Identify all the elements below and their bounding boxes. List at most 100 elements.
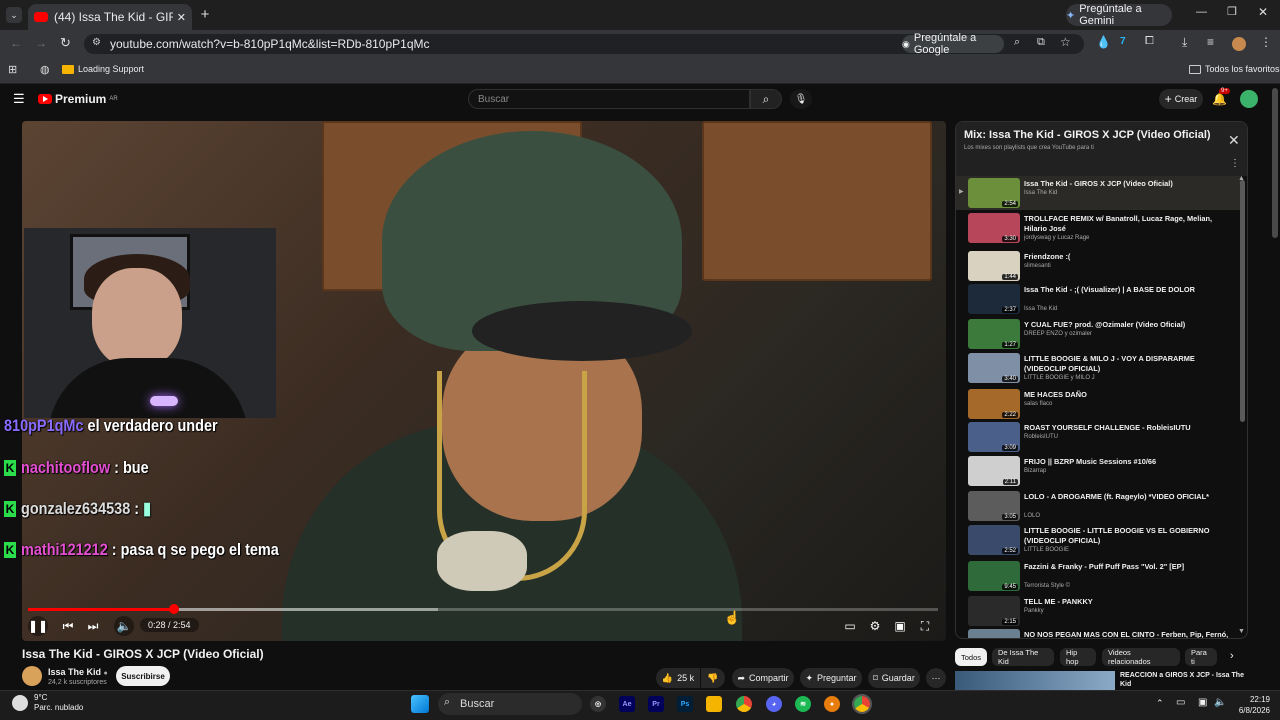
youtube-logo[interactable]: Premium AR (38, 92, 118, 106)
back-icon[interactable]: ← (10, 36, 22, 50)
taskbar-clock[interactable]: 22:19 6/8/2026 (1232, 694, 1270, 716)
playlist-item[interactable]: 2:37 Issa The Kid - ;( (Visualizer) | A B… (956, 282, 1241, 316)
weather-widget[interactable]: 9°C Parc. nublado (12, 693, 83, 713)
tray-display-icon[interactable]: ▭ (1176, 697, 1185, 708)
close-tab-icon[interactable]: ✕ (177, 11, 186, 24)
fullscreen-button[interactable]: ⛶ (915, 616, 935, 636)
close-playlist-icon[interactable]: ✕ (1228, 132, 1240, 149)
playlist-more-icon[interactable]: ⋮ (1230, 158, 1240, 169)
all-bookmarks-button[interactable]: Todos los favoritos (1189, 64, 1280, 74)
close-window-button[interactable]: ✕ (1258, 5, 1268, 19)
blender-icon[interactable]: ● (824, 696, 840, 712)
tray-chevron-icon[interactable]: ⌃ (1156, 698, 1164, 709)
save-button[interactable]: ⌑ Guardar (868, 668, 920, 688)
search-button[interactable]: ⌕ (750, 89, 782, 109)
chip-hip-hop[interactable]: Hip hop (1060, 648, 1096, 666)
playlist-item[interactable]: 3:05 LOLO - A DROGARME (ft. Rageylo) *VID… (956, 489, 1241, 523)
save-label: Guardar (881, 673, 915, 683)
chrome-active-icon[interactable] (852, 694, 872, 714)
extension-drop-icon[interactable]: 💧 (1096, 35, 1111, 49)
chrome-icon[interactable] (736, 696, 752, 712)
install-icon[interactable]: ⧉ (1037, 36, 1045, 49)
ask-gemini-button[interactable]: ✦ Pregúntale a Gemini (1066, 3, 1172, 27)
more-actions-button[interactable]: ⋯ (926, 668, 946, 688)
search-input[interactable]: Buscar (468, 89, 750, 109)
playlist-item[interactable]: 1:44 Friendzone :(slimesanti (956, 249, 1241, 283)
chip-all[interactable]: Todos (955, 648, 987, 666)
playlist-item[interactable]: NO NOS PEGAN MAS CON EL CINTO - Ferben, … (956, 627, 1241, 638)
tray-network-icon[interactable]: ▣ (1198, 697, 1207, 708)
zoom-icon[interactable]: ⌕ (1014, 36, 1020, 49)
subtitles-button[interactable]: ▭ (840, 616, 860, 636)
premiere-icon[interactable]: Pr (648, 696, 664, 712)
after-effects-icon[interactable]: Ae (619, 696, 635, 712)
pause-button[interactable]: ❚❚ (28, 616, 48, 636)
photoshop-icon[interactable]: Ps (677, 696, 693, 712)
chip-for-you[interactable]: Para ti (1185, 648, 1217, 666)
like-button[interactable]: 👍 25 k (656, 668, 700, 688)
voice-search-button[interactable]: 🎙 (790, 89, 812, 109)
windows-start-icon[interactable] (411, 695, 429, 713)
dislike-button[interactable]: 👎 (701, 668, 725, 688)
site-info-icon[interactable]: ⚙ (92, 37, 101, 48)
settings-gear-icon[interactable]: ⚙ (865, 616, 885, 636)
chip-related[interactable]: Videos relacionados (1102, 648, 1180, 666)
minimize-window-button[interactable]: — (1196, 6, 1207, 18)
discord-icon[interactable]: ◕ (766, 696, 782, 712)
media-controls-icon[interactable]: ≡ (1207, 35, 1214, 49)
ask-button[interactable]: ✦ Preguntar (800, 668, 862, 688)
ask-google-button[interactable]: ◉ Pregúntale a Google (902, 32, 1004, 56)
chips-next-icon[interactable]: › (1230, 650, 1234, 662)
playlist-item[interactable]: 2:11 FRIJO || BZRP Music Sessions #10/66 B… (956, 454, 1241, 488)
volume-button[interactable]: 🔈 (114, 616, 134, 636)
progress-scrubber-handle[interactable] (168, 604, 179, 614)
video-progress-bar[interactable] (28, 604, 938, 614)
file-explorer-icon[interactable] (706, 696, 722, 712)
bookmark-star-icon[interactable]: ☆ (1060, 35, 1071, 49)
spotify-icon[interactable]: ≋ (795, 696, 811, 712)
maximize-window-button[interactable]: ❐ (1227, 5, 1237, 18)
taskbar-search[interactable]: ⌕ Buscar (438, 693, 582, 715)
subscribe-button[interactable]: Suscribirse (116, 666, 170, 686)
new-tab-icon[interactable]: + (198, 6, 212, 23)
tray-volume-icon[interactable]: 🔈 (1214, 697, 1226, 708)
channel-avatar[interactable] (22, 666, 42, 686)
account-avatar[interactable] (1240, 90, 1258, 108)
create-button[interactable]: + Crear (1159, 89, 1203, 109)
playlist-item[interactable]: ▶ 2:54 Issa The Kid - GIROS X JCP (Video O… (956, 176, 1241, 210)
app-circle-icon[interactable]: ◎ (590, 696, 606, 712)
playlist-item[interactable]: 3:09 ROAST YOURSELF CHALLENGE - RobleisIU… (956, 420, 1241, 454)
notifications-button[interactable]: 🔔 9+ (1212, 88, 1230, 106)
scroll-down-icon[interactable]: ▼ (1238, 628, 1245, 635)
page-scrollbar[interactable] (1272, 88, 1278, 238)
forward-icon[interactable]: → (35, 36, 47, 50)
extension-7tv-icon[interactable]: 7 (1120, 36, 1126, 47)
profile-avatar[interactable] (1232, 37, 1246, 51)
browser-menu-icon[interactable]: ⋮ (1260, 35, 1272, 49)
theater-mode-button[interactable]: ▣ (890, 616, 910, 636)
globe-icon[interactable]: ◍ (40, 63, 50, 76)
menu-hamburger-icon[interactable]: ☰ (13, 91, 25, 107)
bookmark-loading-support[interactable]: Loading Support (62, 64, 144, 74)
playlist-item[interactable]: 2:22 ME HACES DAÑO salas flaco (956, 387, 1241, 421)
recommended-video[interactable]: REACCION a GIROS X JCP - Issa The Kid (955, 671, 1248, 691)
scroll-up-icon[interactable]: ▲ (1238, 175, 1245, 182)
playlist-item[interactable]: 9:45 Fazzini & Franky - Puff Puff Pass "V… (956, 559, 1241, 593)
playlist-item[interactable]: 3:40 LITTLE BOOGIE & MILO J - VOY A DISPA… (956, 351, 1241, 385)
tab-search-icon[interactable]: ⌄ (6, 7, 22, 23)
browser-tab-active[interactable]: (44) Issa The Kid - GIROS X JC ✕ (28, 4, 192, 30)
playlist-item[interactable]: 1:27 Y CUAL FUE? prod. @Ozimaler (Video O… (956, 317, 1241, 351)
chip-from-channel[interactable]: De Issa The Kid (992, 648, 1054, 666)
playlist-item[interactable]: 3:30 TROLLFACE REMIX w/ Banatroll, Lucaz … (956, 211, 1241, 245)
playlist-item[interactable]: 2:52 LITTLE BOOGIE - LITTLE BOOGIE VS EL … (956, 523, 1241, 557)
apps-grid-icon[interactable]: ⊞ (8, 63, 17, 76)
download-icon[interactable]: ⤓ (1182, 35, 1187, 50)
channel-name[interactable]: Issa The Kid ● (48, 667, 108, 677)
extensions-puzzle-icon[interactable]: ⧠ (1145, 35, 1154, 48)
playlist-item[interactable]: 2:15 TELL ME - PANKKY Pankky (956, 594, 1241, 628)
previous-button[interactable]: ⏮ (58, 616, 78, 636)
next-button[interactable]: ⏭ (83, 616, 103, 636)
share-button[interactable]: ➦ Compartir (732, 668, 794, 688)
reload-icon[interactable]: ↻ (60, 35, 71, 51)
playlist-scrollbar[interactable] (1240, 180, 1245, 422)
